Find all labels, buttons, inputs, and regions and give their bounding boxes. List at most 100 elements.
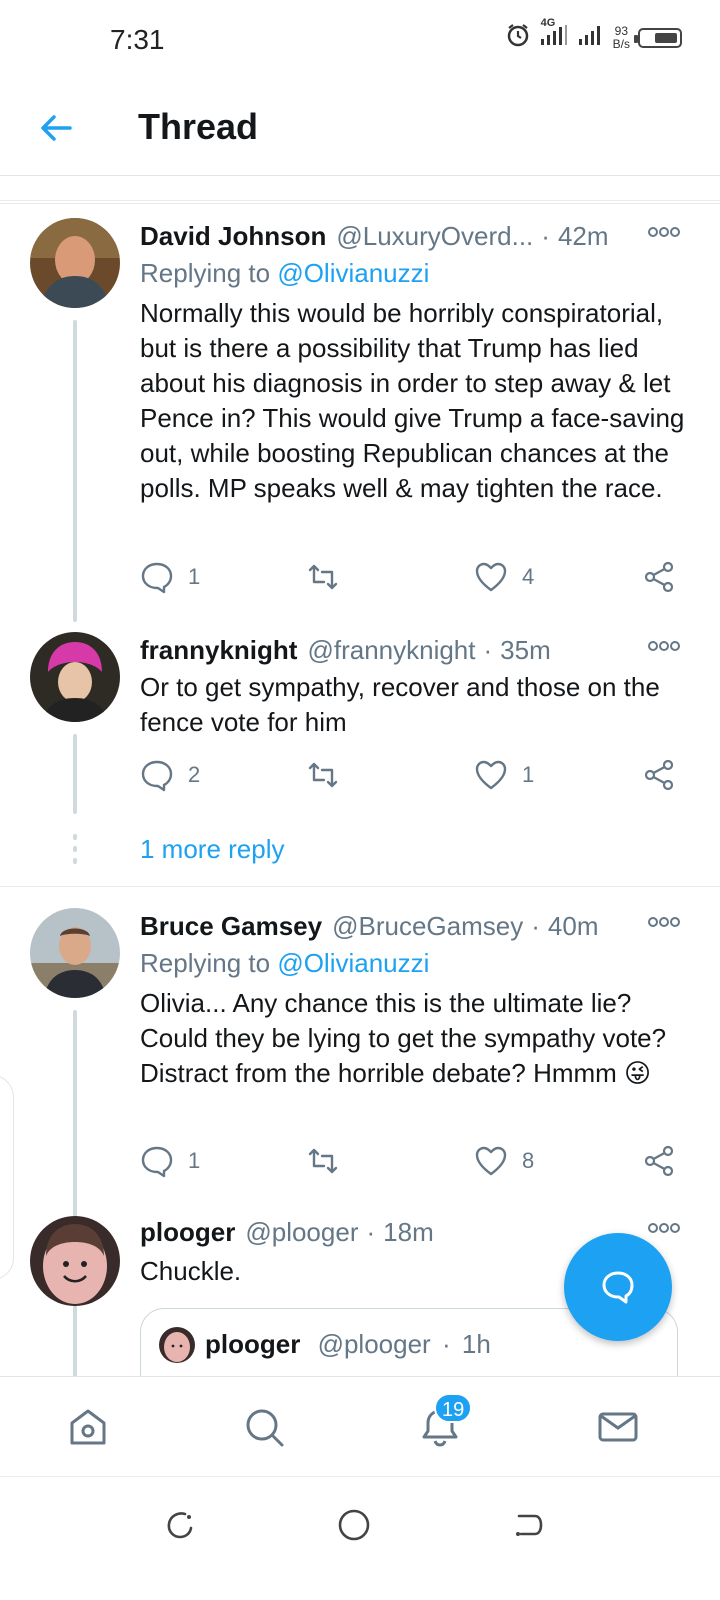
quote-avatar bbox=[159, 1327, 195, 1363]
edge-panel-handle[interactable] bbox=[0, 1075, 14, 1280]
author-handle[interactable]: @plooger bbox=[245, 1217, 358, 1248]
home-circle-icon bbox=[338, 1509, 370, 1541]
reply-button[interactable]: 1 bbox=[140, 1144, 200, 1178]
tweet-header: Bruce Gamsey @BruceGamsey · 40m bbox=[140, 908, 680, 944]
tweet-text: Normally this would be horribly conspira… bbox=[140, 298, 685, 503]
avatar[interactable] bbox=[30, 632, 120, 722]
share-button[interactable] bbox=[642, 1144, 676, 1178]
search-icon bbox=[246, 1409, 284, 1447]
thread-connector bbox=[73, 320, 77, 622]
avatar[interactable] bbox=[30, 908, 120, 998]
compose-reply-button[interactable] bbox=[564, 1233, 672, 1341]
more-options-icon[interactable] bbox=[648, 1214, 680, 1240]
avatar[interactable] bbox=[30, 218, 120, 308]
avatar[interactable] bbox=[30, 1216, 120, 1306]
retweet-icon bbox=[308, 564, 338, 590]
author-handle[interactable]: @frannyknight bbox=[307, 635, 475, 666]
heart-icon bbox=[475, 562, 507, 592]
share-icon bbox=[644, 759, 674, 791]
share-icon bbox=[644, 1145, 674, 1177]
status-time: 7:31 bbox=[110, 24, 165, 55]
more-options-icon[interactable] bbox=[648, 632, 680, 658]
tweet-actions: 1 8 bbox=[140, 1144, 685, 1184]
recents-icon bbox=[167, 1512, 193, 1539]
retweet-button[interactable] bbox=[306, 1144, 340, 1178]
share-button[interactable] bbox=[642, 758, 676, 792]
author-name[interactable]: David Johnson bbox=[140, 221, 326, 252]
replying-to-link[interactable]: @Olivianuzzi bbox=[277, 258, 429, 288]
notification-badge: 19 bbox=[434, 1393, 473, 1423]
back-nav-button[interactable] bbox=[508, 1505, 548, 1545]
tweet-actions: 1 4 bbox=[140, 560, 685, 600]
author-handle[interactable]: @BruceGamsey bbox=[332, 911, 523, 942]
replying-to-link[interactable]: @Olivianuzzi bbox=[277, 948, 429, 978]
arrow-left-icon bbox=[41, 115, 72, 141]
reply-icon bbox=[141, 1146, 173, 1178]
reply-count: 1 bbox=[188, 1148, 201, 1173]
like-button[interactable]: 1 bbox=[474, 758, 534, 792]
heart-icon bbox=[475, 1146, 507, 1176]
like-count: 1 bbox=[522, 762, 535, 787]
home-icon bbox=[70, 1409, 106, 1445]
thread-dots bbox=[73, 834, 77, 870]
network-speed: 93 B/s bbox=[612, 24, 630, 51]
heart-icon bbox=[475, 760, 507, 790]
tweet-text: Or to get sympathy, recover and those on… bbox=[140, 672, 660, 737]
retweet-button[interactable] bbox=[306, 758, 340, 792]
author-name[interactable]: Bruce Gamsey bbox=[140, 911, 322, 942]
separator: · bbox=[531, 910, 540, 941]
reply-button[interactable]: 2 bbox=[140, 758, 200, 792]
thread-header: Thread bbox=[0, 80, 720, 176]
back-icon bbox=[516, 1514, 543, 1536]
like-count: 8 bbox=[522, 1148, 535, 1173]
reply-icon bbox=[141, 562, 173, 594]
recents-button[interactable] bbox=[160, 1505, 200, 1545]
more-replies-link[interactable]: 1 more reply bbox=[140, 834, 285, 865]
divider bbox=[0, 886, 720, 887]
retweet-button[interactable] bbox=[306, 560, 340, 594]
system-nav-bar bbox=[0, 1476, 720, 1600]
like-button[interactable]: 4 bbox=[474, 560, 534, 594]
timestamp[interactable]: 42m bbox=[558, 221, 609, 252]
signal-icon bbox=[577, 23, 605, 52]
nav-home[interactable] bbox=[66, 1405, 110, 1449]
more-options-icon[interactable] bbox=[648, 908, 680, 934]
nav-messages[interactable] bbox=[596, 1405, 640, 1449]
quote-header: plooger @plooger · 1h bbox=[205, 1329, 491, 1360]
thread-list[interactable]: David Johnson @LuxuryOverd... · 42m Repl… bbox=[0, 176, 720, 1404]
thread-connector bbox=[73, 1010, 77, 1378]
like-button[interactable]: 8 bbox=[474, 1144, 534, 1178]
separator: · bbox=[483, 634, 493, 665]
network-type: 4G bbox=[540, 17, 556, 29]
reply-count: 2 bbox=[188, 762, 201, 787]
reply-icon bbox=[141, 760, 173, 792]
reply-button[interactable]: 1 bbox=[140, 560, 200, 594]
bottom-nav: 19 bbox=[0, 1376, 720, 1476]
author-name[interactable]: frannyknight bbox=[140, 635, 297, 666]
nav-search[interactable] bbox=[242, 1405, 286, 1449]
quote-author-name: plooger bbox=[205, 1329, 301, 1359]
reply-bubble-icon bbox=[602, 1271, 634, 1304]
author-handle[interactable]: @LuxuryOverd... bbox=[336, 221, 533, 252]
more-options-icon[interactable] bbox=[648, 218, 680, 244]
replying-to-label: Replying to bbox=[140, 948, 271, 978]
home-button[interactable] bbox=[334, 1505, 374, 1545]
back-button[interactable] bbox=[36, 108, 76, 148]
timestamp[interactable]: 35m bbox=[500, 635, 551, 666]
replying-to-label: Replying to bbox=[140, 258, 271, 288]
divider bbox=[0, 200, 720, 201]
tweet-header: frannyknight @frannyknight · 35m bbox=[140, 632, 680, 668]
timestamp[interactable]: 18m bbox=[383, 1217, 434, 1248]
tweet-header: David Johnson @LuxuryOverd... · 42m bbox=[140, 218, 680, 254]
status-icons: 4G 93 B/s bbox=[505, 17, 682, 53]
share-button[interactable] bbox=[642, 560, 676, 594]
page-title: Thread bbox=[138, 106, 259, 147]
reply-count: 1 bbox=[188, 564, 201, 589]
separator: · bbox=[366, 1216, 376, 1247]
replying-to: Replying to @Olivianuzzi bbox=[140, 948, 429, 979]
speed-unit: B/s bbox=[612, 36, 630, 51]
author-name[interactable]: plooger bbox=[140, 1217, 235, 1248]
timestamp[interactable]: 40m bbox=[548, 911, 599, 942]
battery-icon bbox=[634, 27, 682, 48]
separator: · bbox=[541, 220, 550, 251]
